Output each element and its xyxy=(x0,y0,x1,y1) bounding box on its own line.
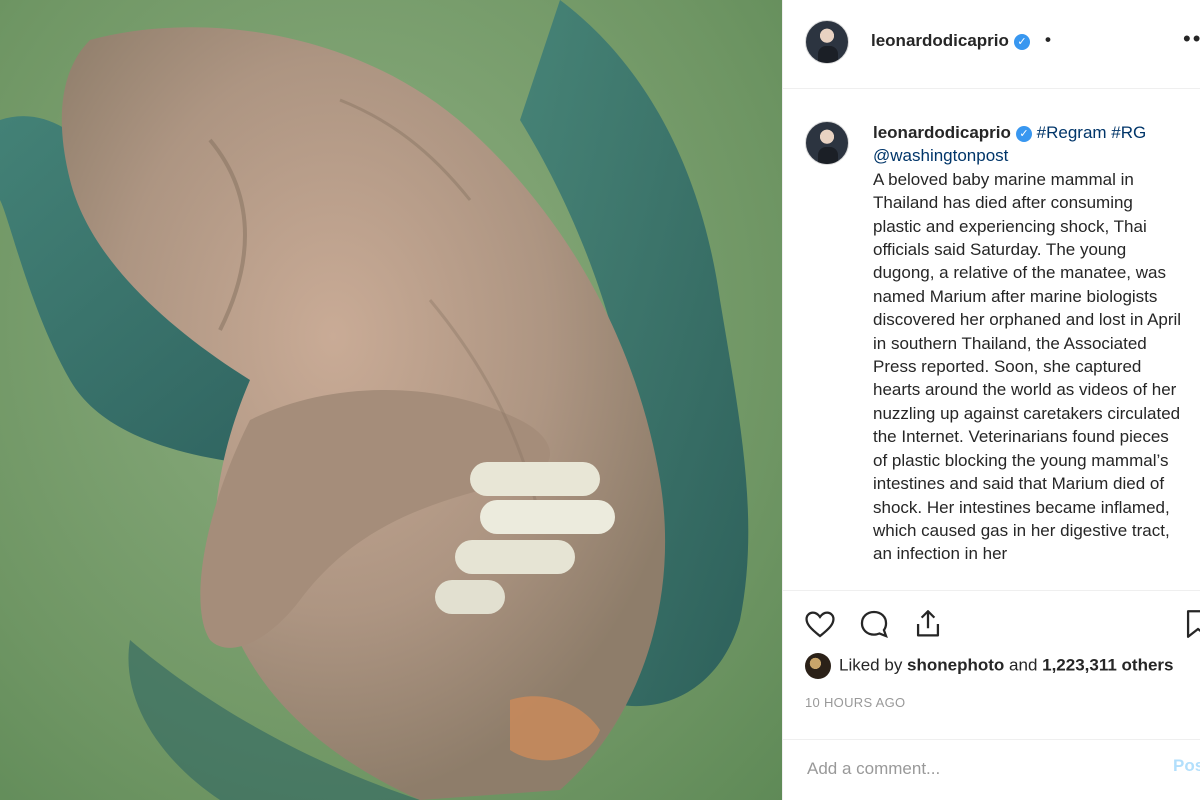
post-actions: Liked by shonephoto and 1,223,311 others… xyxy=(783,590,1200,800)
caption-body: A beloved baby marine mammal in Thailand… xyxy=(873,169,1182,564)
likes-summary: Liked by shonephoto and 1,223,311 others xyxy=(805,653,1174,679)
verified-badge-icon: ✓ xyxy=(1013,34,1030,50)
dugong-photo xyxy=(0,0,749,800)
post-comment-button[interactable]: Post xyxy=(1173,756,1200,776)
likes-prefix: Liked by xyxy=(839,655,908,675)
comment-icon[interactable] xyxy=(857,607,891,646)
bookmark-icon[interactable] xyxy=(1181,607,1200,646)
more-options-icon[interactable]: •• xyxy=(1183,26,1200,52)
likes-middle: and xyxy=(1004,655,1043,675)
caption-hashtags[interactable]: #Regram #RG xyxy=(1037,123,1147,142)
post-header: leonardodicaprio✓ • •• xyxy=(783,0,1200,89)
likes-count[interactable]: 1,223,311 others xyxy=(1042,655,1173,674)
header-separator-dot: • xyxy=(1045,30,1051,49)
header-username[interactable]: leonardodicaprio ✓ xyxy=(871,31,1030,51)
heart-icon[interactable] xyxy=(803,607,837,646)
avatar[interactable] xyxy=(805,20,849,64)
liker-username[interactable]: shonephoto xyxy=(907,655,1004,674)
caption-mention[interactable]: @washingtonpost xyxy=(873,144,1183,167)
verified-badge-icon: ✓ xyxy=(1015,126,1032,142)
post-side-panel: leonardodicaprio✓ • •• leonardodicaprio✓… xyxy=(782,0,1200,800)
comment-box: Post xyxy=(783,739,1200,800)
comment-input[interactable] xyxy=(805,758,1149,780)
share-icon[interactable] xyxy=(911,607,945,646)
post-photo[interactable] xyxy=(0,0,782,800)
caption-area: leonardodicaprio ✓ #Regram #RG @washingto… xyxy=(783,89,1200,587)
caption-avatar[interactable] xyxy=(805,121,849,165)
header-username-text[interactable]: leonardodicaprio xyxy=(871,31,1009,50)
liker-avatar[interactable] xyxy=(805,653,831,679)
caption-username[interactable]: leonardodicaprio xyxy=(873,123,1011,142)
post-timestamp[interactable]: 10 HOURS AGO xyxy=(805,695,905,710)
post-caption: leonardodicaprio ✓ #Regram #RG @washingto… xyxy=(873,121,1183,566)
